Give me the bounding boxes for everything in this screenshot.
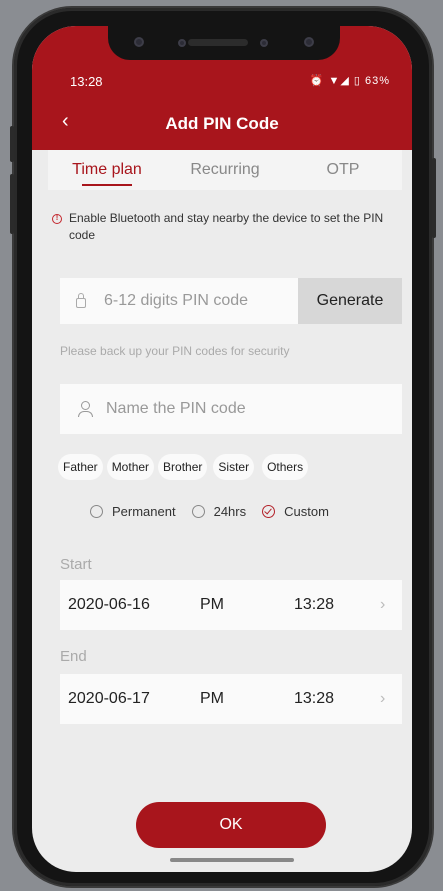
start-datetime-row[interactable]: 2020-06-16 PM 13:28 › <box>60 580 402 630</box>
warning-icon: ! <box>52 214 62 224</box>
tab-time-plan[interactable]: Time plan <box>48 150 166 190</box>
start-date: 2020-06-16 <box>68 596 150 613</box>
ok-button[interactable]: OK <box>136 802 326 848</box>
sensor-icon <box>260 39 268 47</box>
radio-24hrs[interactable]: 24hrs <box>191 504 247 519</box>
name-suggestions: Father Mother Brother Sister Others <box>58 454 309 480</box>
end-datetime-row[interactable]: 2020-06-17 PM 13:28 › <box>60 674 402 724</box>
status-indicators: ⏰ ▼◢ ▯ 63% <box>310 74 390 87</box>
radio-label: Custom <box>284 504 329 519</box>
chip-mother[interactable]: Mother <box>106 454 155 480</box>
pin-row: 6-12 digits PIN code Generate <box>60 278 402 324</box>
duration-options: Permanent 24hrs Custom <box>90 504 345 519</box>
name-placeholder: Name the PIN code <box>106 400 246 417</box>
start-ampm: PM <box>200 596 224 613</box>
end-ampm: PM <box>200 690 224 707</box>
backup-hint: Please back up your PIN codes for securi… <box>60 344 290 358</box>
radio-label: Permanent <box>112 504 176 519</box>
start-time: 13:28 <box>294 596 335 613</box>
radio-permanent[interactable]: Permanent <box>90 504 176 519</box>
pin-placeholder: 6-12 digits PIN code <box>104 292 249 309</box>
tab-recurring[interactable]: Recurring <box>166 150 284 190</box>
chip-brother[interactable]: Brother <box>158 454 208 480</box>
volume-button <box>10 174 14 234</box>
chip-father[interactable]: Father <box>58 454 103 480</box>
pin-code-input[interactable]: 6-12 digits PIN code <box>60 278 298 324</box>
end-date: 2020-06-17 <box>68 690 150 707</box>
radio-circle <box>191 505 205 518</box>
phone-notch <box>108 26 340 60</box>
home-indicator <box>170 858 294 862</box>
tab-otp[interactable]: OTP <box>284 150 402 190</box>
radio-label: 24hrs <box>213 504 247 519</box>
end-time: 13:28 <box>294 690 335 707</box>
start-label: Start <box>60 556 92 573</box>
pin-name-input[interactable]: Name the PIN code <box>60 384 402 434</box>
chevron-right-icon: › <box>380 596 386 613</box>
power-button <box>432 158 436 238</box>
bluetooth-notice: ! Enable Bluetooth and stay nearby the d… <box>52 210 392 244</box>
end-label: End <box>60 648 87 665</box>
chip-others[interactable]: Others <box>262 454 309 480</box>
camera-icon <box>134 37 144 47</box>
sensor-icon <box>178 39 186 47</box>
chip-sister[interactable]: Sister <box>213 454 255 480</box>
volume-button <box>10 126 14 162</box>
user-icon <box>78 401 93 417</box>
page-title: Add PIN Code <box>165 114 279 133</box>
status-icons: ⏰ ▼◢ ▯ <box>309 75 361 87</box>
lock-icon <box>76 293 86 308</box>
notice-text: Enable Bluetooth and stay nearby the dev… <box>69 211 384 242</box>
speaker-grille <box>188 39 248 46</box>
battery-level: 63% <box>364 75 390 87</box>
radio-custom[interactable]: Custom <box>262 504 329 519</box>
check-circle-icon <box>262 505 276 518</box>
radio-circle <box>90 505 103 518</box>
generate-button[interactable]: Generate <box>298 278 402 324</box>
chevron-right-icon: › <box>380 690 386 707</box>
app-screen: 13:28 ⏰ ▼◢ ▯ 63% ‹ Add PIN Code Time pla… <box>32 26 412 872</box>
tab-bar: Time plan Recurring OTP <box>48 150 402 190</box>
status-time: 13:28 <box>70 74 103 89</box>
camera-icon <box>304 37 314 47</box>
